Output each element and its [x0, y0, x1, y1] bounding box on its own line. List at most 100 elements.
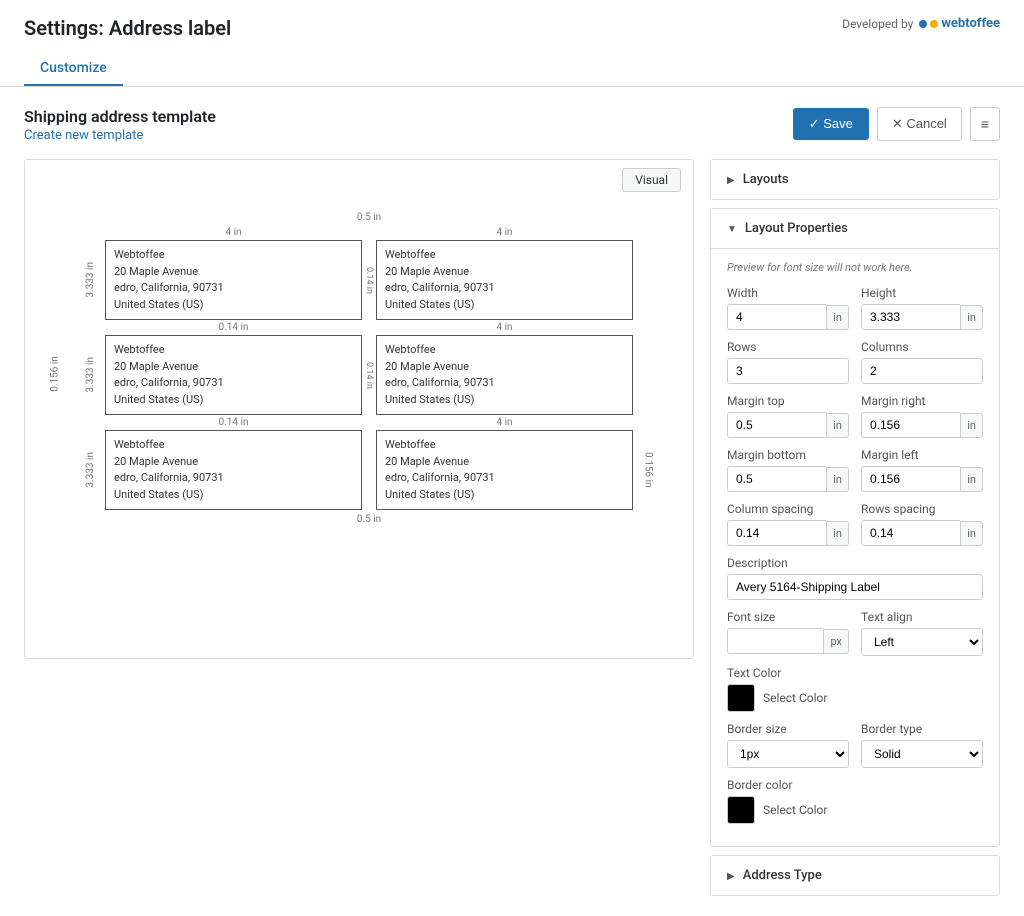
margin-left-unit: in: [960, 467, 983, 492]
font-size-input[interactable]: [727, 628, 823, 654]
width-input-group: in: [727, 304, 849, 330]
visual-panel: Visual 0.5 in 4 in 4 in: [24, 159, 694, 659]
row2-left-measure: 3.333 in: [75, 335, 105, 415]
row3-left-measure: 3.333 in: [75, 430, 105, 510]
margin-bottom-input-group: in: [727, 466, 849, 492]
description-input[interactable]: [727, 574, 983, 600]
margin-left-input[interactable]: [861, 466, 960, 492]
margin-right-label: Margin right: [861, 394, 983, 408]
margin-bottom-field-group: Margin bottom in: [727, 448, 849, 492]
margin-left-field-group: Margin left in: [861, 448, 983, 492]
visual-tab-bar: Visual: [25, 160, 693, 200]
left-margin-measure: 0.156 in: [49, 356, 60, 392]
text-color-swatch[interactable]: [727, 684, 755, 712]
rows-columns-row: Rows Columns: [727, 340, 983, 384]
margin-top-input-group: in: [727, 412, 849, 438]
label-cell-1-2: Webtoffee 20 Maple Avenue edro, Californ…: [376, 240, 633, 320]
layout-props-arrow-icon: [727, 221, 737, 236]
height-field-group: Height in: [861, 286, 983, 330]
columns-input[interactable]: [861, 358, 983, 384]
tabs: Customize: [24, 52, 1000, 86]
margin-right-input[interactable]: [861, 412, 960, 438]
col-spacing-input[interactable]: [727, 520, 826, 546]
columns-label: Columns: [861, 340, 983, 354]
font-size-unit: px: [823, 629, 849, 654]
menu-button[interactable]: ≡: [970, 107, 1000, 141]
tab-customize[interactable]: Customize: [24, 52, 123, 86]
width-field-group: Width in: [727, 286, 849, 330]
create-new-template-link[interactable]: Create new template: [24, 128, 216, 143]
margin-top-label: Margin top: [727, 394, 849, 408]
border-type-select[interactable]: Solid Dashed Dotted: [861, 740, 983, 768]
border-type-field-group: Border type Solid Dashed Dotted: [861, 722, 983, 768]
border-size-label: Border size: [727, 722, 849, 736]
rows-input[interactable]: [727, 358, 849, 384]
label-row-2: 3.333 in Webtoffee 20 Maple Avenue edro,…: [75, 335, 663, 415]
margin-top-input[interactable]: [727, 412, 826, 438]
col-headers: 4 in 4 in: [75, 227, 663, 240]
col-spacing-unit: in: [826, 521, 849, 546]
save-button[interactable]: ✓ Save: [793, 108, 869, 140]
height-input-group: in: [861, 304, 983, 330]
main-content: Shipping address template Create new tem…: [0, 87, 1024, 916]
margin-right-input-group: in: [861, 412, 983, 438]
col-gap-1: 0.14 in: [362, 240, 376, 320]
rows-spacing-input-group: in: [861, 520, 983, 546]
border-size-select[interactable]: 1px 2px 3px: [727, 740, 849, 768]
text-align-select[interactable]: Left Center Right: [861, 628, 983, 656]
layouts-title: Layouts: [743, 172, 789, 187]
font-size-label: Font size: [727, 610, 849, 624]
logo-text: webtoffee: [941, 16, 1000, 31]
col-gap-3: [362, 430, 376, 510]
text-color-group: Text Color Select Color: [727, 666, 983, 712]
font-size-note: Preview for font size will not work here…: [727, 261, 983, 274]
width-input[interactable]: [727, 304, 826, 330]
description-group: Description: [727, 556, 983, 600]
margin-top-unit: in: [826, 413, 849, 438]
border-type-label: Border type: [861, 722, 983, 736]
text-align-field-group: Text align Left Center Right: [861, 610, 983, 656]
border-color-swatch[interactable]: [727, 796, 755, 824]
row1-left-measure: 3.333 in: [75, 240, 105, 320]
border-size-type-row: Border size 1px 2px 3px Border type: [727, 722, 983, 768]
visual-tab[interactable]: Visual: [622, 168, 681, 192]
height-input[interactable]: [861, 304, 960, 330]
row3-right-measure: 0.156 in: [633, 430, 663, 510]
border-color-select-text[interactable]: Select Color: [763, 803, 827, 817]
border-color-picker-row: Select Color: [727, 796, 983, 824]
layouts-section-header[interactable]: Layouts: [711, 160, 999, 199]
rows-spacing-input[interactable]: [861, 520, 960, 546]
label-grid-wrapper: 0.5 in 4 in 4 in 3.333 in: [25, 200, 693, 547]
address-type-arrow-icon: [727, 868, 735, 883]
rows-spacing-unit: in: [960, 521, 983, 546]
rows-spacing-label: Rows spacing: [861, 502, 983, 516]
col2-header: 4 in: [376, 227, 633, 238]
label-cell-2-1: Webtoffee 20 Maple Avenue edro, Californ…: [105, 335, 362, 415]
font-size-input-group: px: [727, 628, 849, 654]
description-label: Description: [727, 556, 983, 570]
address-type-section: Address Type: [710, 855, 1000, 896]
label-row-3: 3.333 in Webtoffee 20 Maple Avenue edro,…: [75, 430, 663, 510]
layout-properties-section: Layout Properties Preview for font size …: [710, 208, 1000, 847]
label-cell-3-1: Webtoffee 20 Maple Avenue edro, Californ…: [105, 430, 362, 510]
cancel-button[interactable]: ✕ Cancel: [877, 107, 962, 141]
address-type-header[interactable]: Address Type: [711, 856, 999, 895]
right-panel: Layouts Layout Properties Preview for fo…: [710, 159, 1000, 896]
layout-properties-body: Preview for font size will not work here…: [711, 249, 999, 846]
label-row-1: 3.333 in Webtoffee 20 Maple Avenue edro,…: [75, 240, 663, 320]
height-unit: in: [960, 305, 983, 330]
rows-field-group: Rows: [727, 340, 849, 384]
col1-header: 4 in: [105, 227, 362, 238]
margin-bottom-unit: in: [826, 467, 849, 492]
layouts-arrow-icon: [727, 172, 735, 187]
text-color-select-text[interactable]: Select Color: [763, 691, 827, 705]
toolbar-buttons: ✓ Save ✕ Cancel ≡: [793, 107, 1000, 141]
layout-properties-header[interactable]: Layout Properties: [711, 209, 999, 249]
label-cell-1-1: Webtoffee 20 Maple Avenue edro, Californ…: [105, 240, 362, 320]
margin-left-label: Margin left: [861, 448, 983, 462]
margin-bottom-input[interactable]: [727, 466, 826, 492]
width-unit: in: [826, 305, 849, 330]
border-color-group: Border color Select Color: [727, 778, 983, 824]
developed-by: Developed by webtoffee: [842, 16, 1000, 31]
margin-left-input-group: in: [861, 466, 983, 492]
